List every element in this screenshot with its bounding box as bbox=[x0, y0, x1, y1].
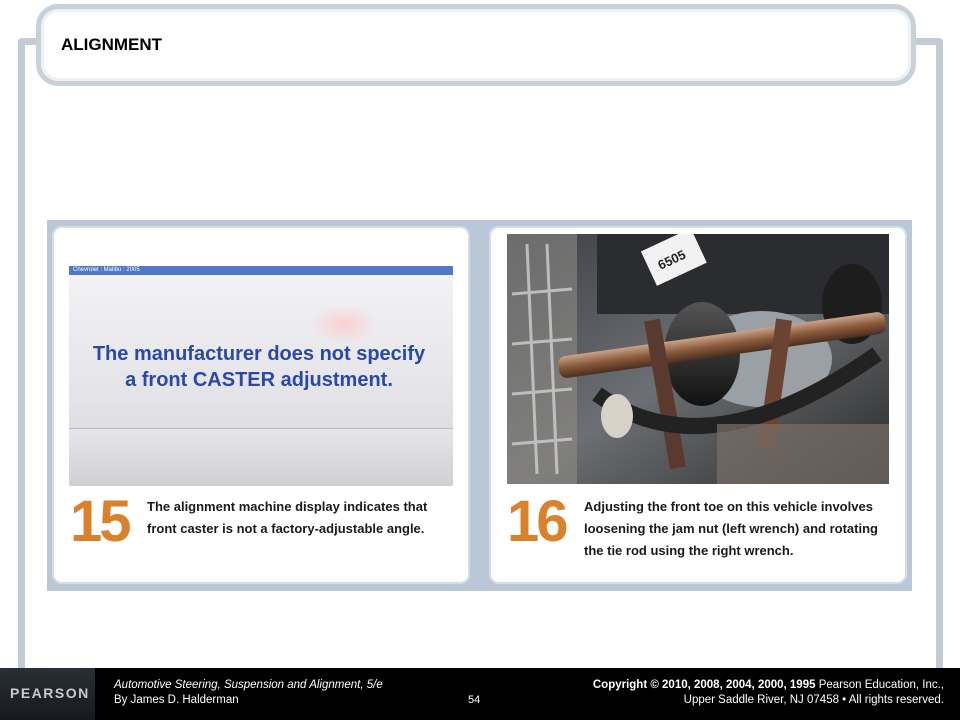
figure-number: 15 bbox=[70, 489, 131, 554]
book-title: Automotive Steering, Suspension and Alig… bbox=[114, 679, 383, 691]
lower-frame bbox=[717, 424, 889, 484]
copyright-years: 2010, 2008, 2004, 2000, 1995 bbox=[658, 679, 816, 691]
screen-header-text: Chevrolet : Malibu : 2005 bbox=[73, 267, 140, 273]
slide-title: ALIGNMENT bbox=[61, 35, 163, 54]
copyright-prefix: Copyright © bbox=[592, 679, 659, 691]
copyright-publisher: Pearson Education, Inc., bbox=[815, 679, 944, 691]
screen-glare bbox=[309, 304, 379, 344]
alignment-machine-screen-photo: Chevrolet : Malibu : 2005 The manufactur… bbox=[69, 266, 453, 486]
tie-rod-adjustment-photo: 6505 bbox=[507, 234, 889, 484]
title-bar: ALIGNMENT bbox=[36, 4, 916, 86]
figure-caption: The alignment machine display indicates … bbox=[147, 499, 428, 536]
page-number: 54 bbox=[468, 694, 481, 706]
publisher-logo-box: PEARSON bbox=[0, 668, 95, 720]
publisher-logo: PEARSON bbox=[10, 685, 90, 701]
figure-strip: Chevrolet : Malibu : 2005 The manufactur… bbox=[47, 220, 912, 591]
copyright-line-2: Upper Saddle River, NJ 07458 • All right… bbox=[683, 694, 944, 706]
figure-caption: Adjusting the front toe on this vehicle … bbox=[584, 499, 878, 558]
footer-bar: PEARSON Automotive Steering, Suspension … bbox=[0, 668, 960, 720]
ball-joint bbox=[601, 394, 633, 438]
copyright-line-1: Copyright © 2010, 2008, 2004, 2000, 1995… bbox=[593, 679, 944, 691]
figure-16-panel: 6505 16 Adjusting the front toe on this … bbox=[489, 226, 907, 584]
screen-bottom-area bbox=[69, 428, 453, 486]
figure-number: 16 bbox=[507, 489, 568, 554]
screen-message: The manufacturer does not specify a fron… bbox=[92, 343, 426, 391]
screen-header-bar: Chevrolet : Malibu : 2005 bbox=[69, 266, 453, 275]
book-author: By James D. Halderman bbox=[114, 694, 239, 706]
underbody-illustration: 6505 bbox=[507, 234, 889, 484]
figure-15-panel: Chevrolet : Malibu : 2005 The manufactur… bbox=[52, 226, 470, 584]
